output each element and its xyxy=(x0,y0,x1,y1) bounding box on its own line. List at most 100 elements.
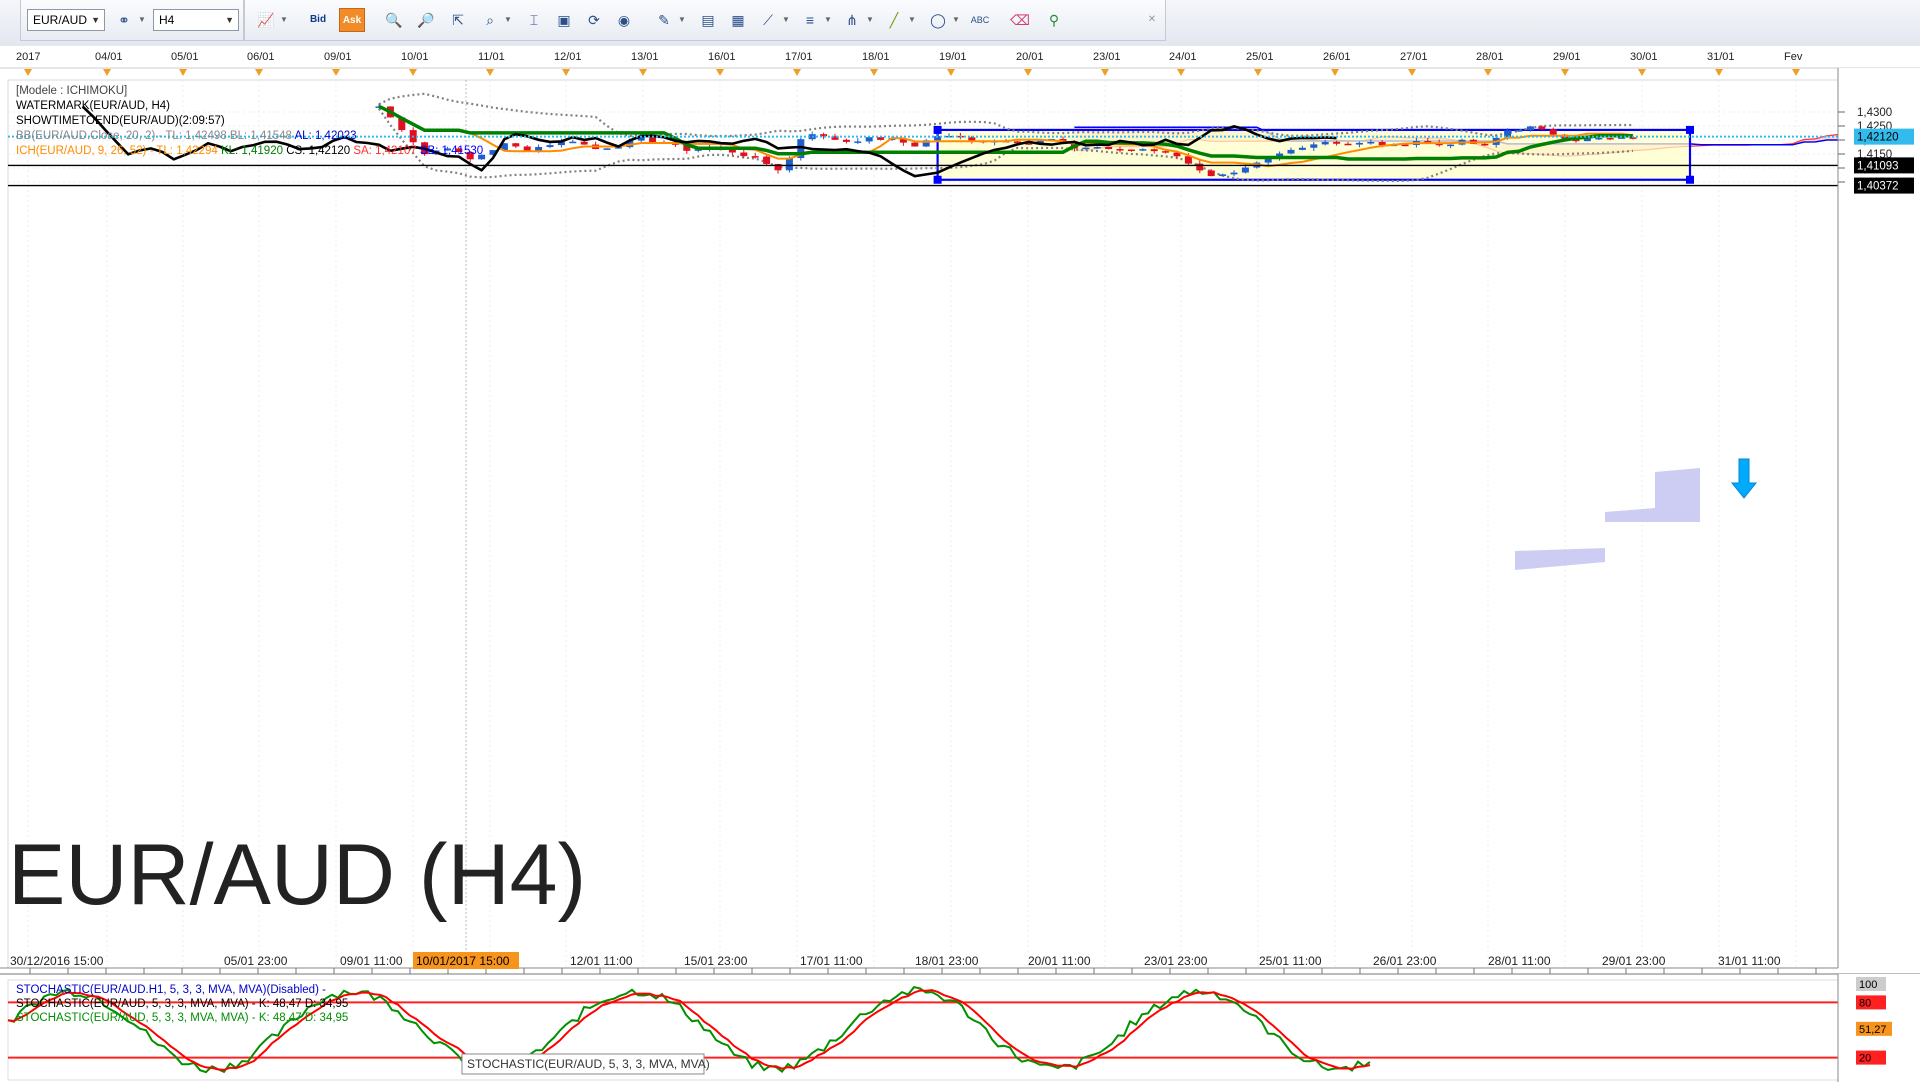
stochastic-legend-main: STOCHASTIC(EUR/AUD, 5, 3, 3, MVA, MVA) -… xyxy=(16,998,348,1010)
level-1-tag-label: 1,41093 xyxy=(1857,160,1899,172)
resize-handle xyxy=(933,175,942,184)
globe-icon[interactable]: ◉ xyxy=(611,8,637,32)
chevron-down-icon[interactable]: ▼ xyxy=(781,8,791,32)
candle-body xyxy=(1139,149,1147,151)
cursor-icon[interactable]: ⇱ xyxy=(445,8,471,32)
candle-body xyxy=(854,141,862,143)
zoom-in-icon[interactable]: 🔍 xyxy=(381,8,407,32)
price-axis-label: 1,4300 xyxy=(1857,107,1892,119)
chevron-down-icon[interactable]: ▼ xyxy=(823,8,833,32)
top-axis-label: 28/01 xyxy=(1476,51,1504,63)
bottom-axis-label: 17/01 11:00 xyxy=(800,954,863,968)
top-axis-label: 27/01 xyxy=(1400,51,1428,63)
bottom-axis-label: 25/01 11:00 xyxy=(1259,954,1322,968)
close-icon[interactable]: ✕ xyxy=(1145,8,1159,32)
top-axis-label: 24/01 xyxy=(1169,51,1197,63)
top-axis-label: 26/01 xyxy=(1323,51,1351,63)
candle-body xyxy=(603,148,611,150)
price-axis-background xyxy=(1838,68,1920,968)
candle-body xyxy=(1367,142,1375,144)
chevron-down-icon[interactable]: ▼ xyxy=(137,8,147,32)
zoom-out-icon[interactable]: 🔎 xyxy=(413,8,439,32)
chevron-down-icon[interactable]: ▼ xyxy=(503,8,513,32)
bottom-axis-label: 05/01 23:00 xyxy=(224,954,288,968)
legend-showtime: SHOWTIMETOEND(EUR/AUD)(2:09:57) xyxy=(16,115,225,127)
chart-area[interactable]: EUR/AUD (H4) [Modele : ICHIMOKU] WATERMA… xyxy=(0,46,1920,1085)
zoom-area-icon[interactable]: ⌕ xyxy=(477,8,503,32)
ask-button[interactable]: Ask xyxy=(339,8,365,32)
candle-body xyxy=(1241,167,1249,173)
legend-ich-sa: SA: 1,42107 xyxy=(353,145,420,157)
legend-ich-cs: CS: 1,42120 xyxy=(286,145,353,157)
bottom-axis-label: 29/01 23:00 xyxy=(1602,954,1666,968)
candle-body xyxy=(1184,156,1192,164)
line-tools-icon[interactable]: ⟋ xyxy=(755,8,781,32)
candle-body xyxy=(740,152,748,157)
candle-body xyxy=(1595,137,1603,140)
stochastic-tick-label: 80 xyxy=(1859,997,1871,1009)
top-axis-label: 25/01 xyxy=(1246,51,1274,63)
resize-handle xyxy=(1686,125,1694,134)
chevron-down-icon[interactable]: ▼ xyxy=(907,8,917,32)
resize-handle xyxy=(933,125,942,134)
top-axis-label: 31/01 xyxy=(1707,51,1735,63)
candle-body xyxy=(842,139,850,142)
candle-body xyxy=(1538,126,1546,130)
line-chart-icon[interactable]: 📈 xyxy=(253,8,279,32)
indicator-icon[interactable]: ▦ xyxy=(725,8,751,32)
stochastic-tick-label: 100 xyxy=(1859,979,1877,991)
bottom-axis-label: 30/12/2016 15:00 xyxy=(10,954,104,968)
candle-body xyxy=(1230,172,1238,175)
object-tree-icon[interactable]: ⚲ xyxy=(1041,8,1067,32)
candle-body xyxy=(1116,149,1124,151)
bottom-axis-label: 09/01 11:00 xyxy=(340,954,403,968)
draw-rect-icon[interactable]: ▣ xyxy=(551,8,577,32)
chevron-down-icon[interactable]: ▼ xyxy=(951,8,961,32)
candle-body xyxy=(1526,126,1534,131)
price-axis[interactable]: 1,43001,42501,42001,41501,41001,40501,42… xyxy=(1837,68,1920,968)
stochastic-legend-secondary: STOCHASTIC(EUR/AUD, 5, 3, 3, MVA, MVA) -… xyxy=(16,1012,348,1024)
menu-list-icon[interactable]: ≡ xyxy=(797,8,823,32)
candle-body xyxy=(1549,129,1557,135)
pencil-icon[interactable]: ✎ xyxy=(651,8,677,32)
candle-body xyxy=(1082,147,1090,150)
chevron-down-icon[interactable]: ▼ xyxy=(677,8,687,32)
candle-body xyxy=(1344,143,1352,146)
candle-body xyxy=(1127,149,1135,152)
bid-button[interactable]: Bid xyxy=(305,8,331,32)
current-price-tag-label: 1,42120 xyxy=(1857,132,1899,144)
price-chart[interactable]: EUR/AUD (H4) [Modele : ICHIMOKU] WATERMA… xyxy=(0,46,1920,1085)
ellipse-icon[interactable]: ◯ xyxy=(925,8,951,32)
top-axis-label: 13/01 xyxy=(631,51,659,63)
text-cursor-icon[interactable]: ⌶ xyxy=(521,8,547,32)
timeframe-select-value: H4 xyxy=(159,13,175,27)
top-axis-label: 10/01 xyxy=(401,51,429,63)
fork-icon[interactable]: ⋔ xyxy=(839,8,865,32)
chevron-down-icon[interactable]: ▼ xyxy=(865,8,875,32)
top-axis-label: 06/01 xyxy=(247,51,275,63)
refresh-icon[interactable]: ⟳ xyxy=(581,8,607,32)
trend-line-icon[interactable]: ╱ xyxy=(881,8,907,32)
top-axis-label: 2017 xyxy=(16,51,40,63)
legend-model: [Modele : ICHIMOKU] xyxy=(16,85,127,97)
top-axis-label: 04/01 xyxy=(95,51,123,63)
candle-body xyxy=(1333,141,1341,144)
bottom-axis-label: 28/01 11:00 xyxy=(1488,954,1551,968)
image-icon[interactable]: ▤ xyxy=(695,8,721,32)
toolbar-group-symbol: EUR/AUD ▼ ⚭ ▼ H4 ▼ xyxy=(20,0,244,41)
link-icon[interactable]: ⚭ xyxy=(111,8,137,32)
eraser-icon[interactable]: ⌫ xyxy=(1007,8,1033,32)
legend-bb-al: AL: 1,42023 xyxy=(295,130,357,142)
candle xyxy=(797,137,805,161)
stochastic-panel[interactable]: STOCHASTIC(EUR/AUD.H1, 5, 3, 3, MVA, MVA… xyxy=(0,973,1920,1085)
candle-body xyxy=(569,141,577,144)
toolbar-group-tools: 📈 ▼ Bid Ask 🔍 🔎 ⇱ ⌕ ▼ ⌶ ▣ ⟳ ◉ ✎ ▼ ▤ ▦ ⟋ … xyxy=(244,0,1166,41)
candle-body xyxy=(512,143,520,147)
chevron-down-icon: ▼ xyxy=(225,15,234,25)
bottom-axis-label: 20/01 11:00 xyxy=(1028,954,1091,968)
timeframe-select[interactable]: H4 ▼ xyxy=(153,9,239,31)
chevron-down-icon[interactable]: ▼ xyxy=(279,8,289,32)
symbol-select[interactable]: EUR/AUD ▼ xyxy=(27,9,105,31)
abc-text-icon[interactable]: ABC xyxy=(967,8,993,32)
toolbar: EUR/AUD ▼ ⚭ ▼ H4 ▼ 📈 ▼ Bid Ask 🔍 🔎 ⇱ ⌕ ▼… xyxy=(0,0,1920,47)
